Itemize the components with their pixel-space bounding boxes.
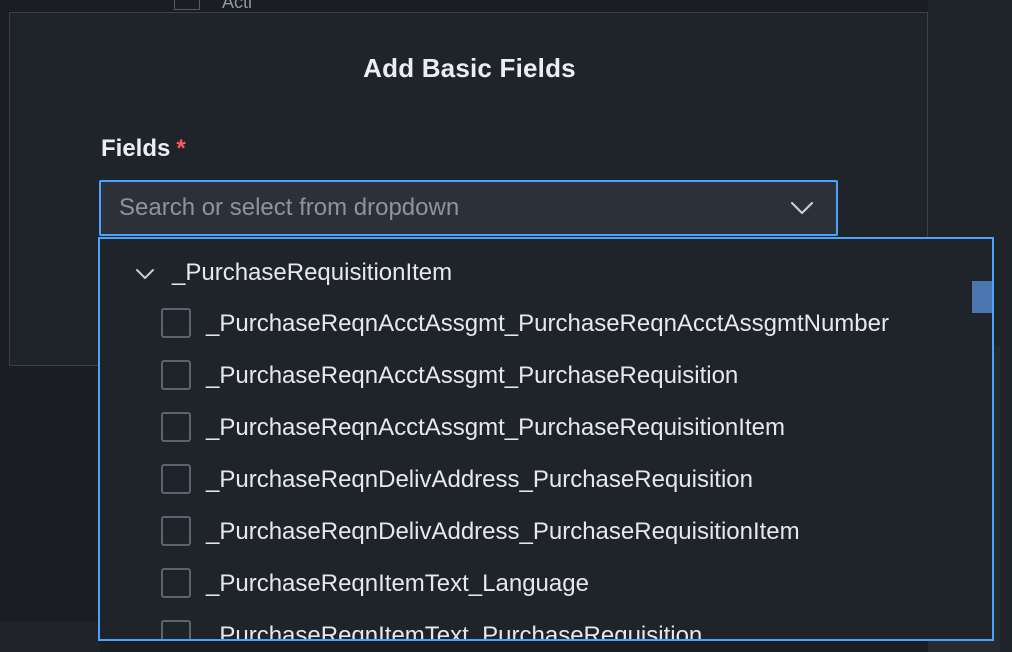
list-item[interactable]: _PurchaseReqnDelivAddress_PurchaseRequis… xyxy=(100,509,980,553)
external-link-icon xyxy=(174,0,200,10)
option-checkbox[interactable] xyxy=(161,308,191,338)
background-strip xyxy=(0,622,100,652)
dropdown-group-label: _PurchaseRequisitionItem xyxy=(172,259,453,286)
list-item[interactable]: _PurchaseReqnAcctAssgmt_PurchaseReqnAcct… xyxy=(100,301,980,345)
list-item[interactable]: _PurchaseReqnDelivAddress_PurchaseRequis… xyxy=(100,457,980,501)
fields-search-input[interactable] xyxy=(101,182,771,234)
list-item[interactable]: _PurchaseReqnAcctAssgmt_PurchaseRequisit… xyxy=(100,353,980,397)
dropdown-scrollbar[interactable] xyxy=(970,239,992,639)
option-label: _PurchaseReqnItemText_PurchaseRequisitio… xyxy=(206,622,703,641)
fields-select[interactable] xyxy=(99,180,838,236)
modal-title: Add Basic Fields xyxy=(363,53,576,83)
option-label: _PurchaseReqnDelivAddress_PurchaseRequis… xyxy=(206,466,753,493)
option-checkbox[interactable] xyxy=(161,620,191,639)
list-item[interactable]: _PurchaseReqnAcctAssgmt_PurchaseRequisit… xyxy=(100,405,980,449)
required-marker: * xyxy=(176,135,186,162)
scrollbar-thumb[interactable] xyxy=(972,281,992,313)
option-checkbox[interactable] xyxy=(161,360,191,390)
option-checkbox[interactable] xyxy=(161,412,191,442)
background-partial-text: Acti xyxy=(222,0,253,10)
list-item[interactable]: _PurchaseReqnItemText_Language xyxy=(100,561,980,605)
fields-dropdown-list[interactable]: _PurchaseRequisitionItem _PurchaseReqnAc… xyxy=(98,237,994,641)
fields-label: Fields * xyxy=(101,135,186,163)
dropdown-group-header[interactable]: _PurchaseRequisitionItem xyxy=(100,253,960,293)
option-label: _PurchaseReqnItemText_Language xyxy=(206,570,589,597)
option-label: _PurchaseReqnAcctAssgmt_PurchaseReqnAcct… xyxy=(206,310,889,337)
list-item[interactable]: _PurchaseReqnItemText_PurchaseRequisitio… xyxy=(100,613,980,641)
option-checkbox[interactable] xyxy=(161,464,191,494)
option-label: _PurchaseReqnDelivAddress_PurchaseRequis… xyxy=(206,518,800,545)
option-label: _PurchaseReqnAcctAssgmt_PurchaseRequisit… xyxy=(206,362,739,389)
option-checkbox[interactable] xyxy=(161,568,191,598)
fields-label-text: Fields xyxy=(101,135,171,162)
chevron-down-icon[interactable] xyxy=(788,194,816,222)
option-label: _PurchaseReqnAcctAssgmt_PurchaseRequisit… xyxy=(206,414,785,441)
option-checkbox[interactable] xyxy=(161,516,191,546)
chevron-down-icon[interactable] xyxy=(134,263,156,285)
